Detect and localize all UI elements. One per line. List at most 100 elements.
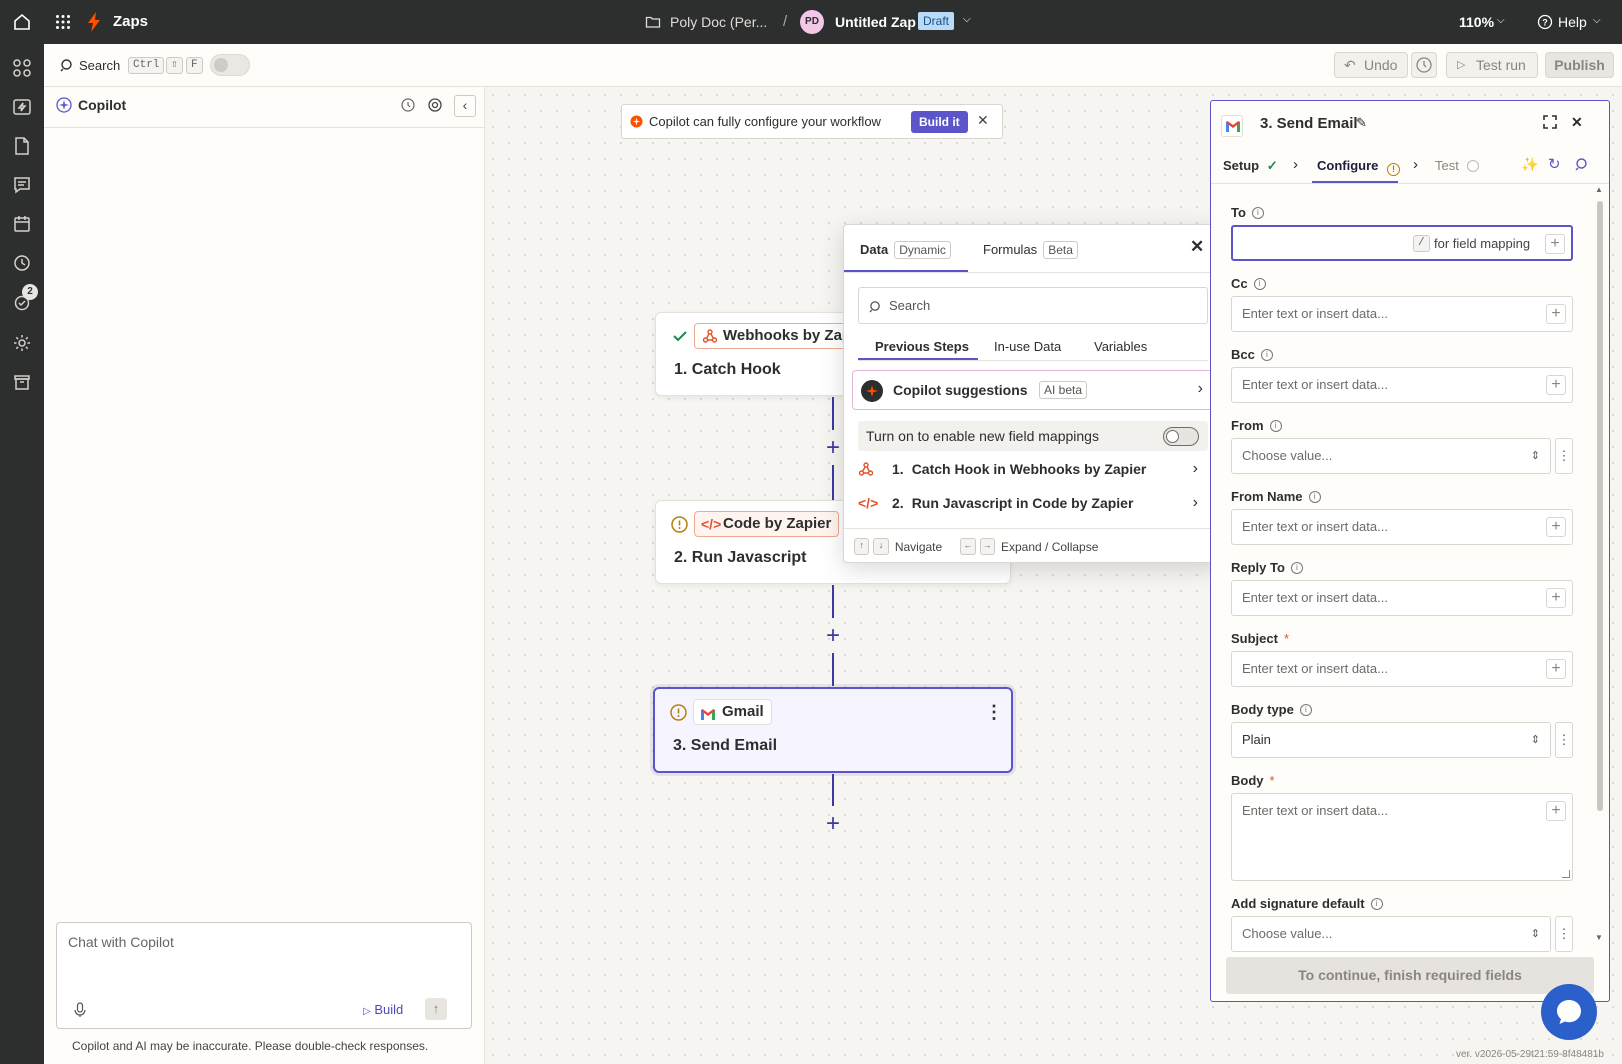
step-title: 2. Run Javascript: [674, 549, 807, 566]
cc-field[interactable]: Enter text or insert data... +: [1231, 296, 1573, 332]
history-button[interactable]: [1411, 52, 1437, 78]
step-menu-kebab-icon[interactable]: ⋮: [985, 703, 1003, 721]
insert-data-plus-icon[interactable]: +: [1545, 234, 1565, 254]
scrollbar[interactable]: [1597, 201, 1603, 811]
tab-data-label: Data: [860, 242, 889, 257]
copilot-settings-icon[interactable]: [427, 97, 443, 113]
archive-icon[interactable]: [12, 372, 32, 392]
to-field[interactable]: / for field mapping +: [1231, 225, 1573, 261]
from-select[interactable]: Choose value... ⇕: [1231, 438, 1551, 474]
history-icon[interactable]: [12, 253, 32, 273]
connector-line: [832, 774, 834, 806]
subtab-in-use-data[interactable]: In-use Data: [994, 339, 1061, 354]
insert-data-plus-icon[interactable]: +: [1546, 659, 1566, 679]
help-button[interactable]: Help: [1558, 14, 1587, 30]
edit-pencil-icon[interactable]: ✎: [1356, 115, 1367, 131]
build-it-button[interactable]: Build it: [911, 111, 968, 133]
apps-icon[interactable]: [12, 58, 32, 78]
collapse-panel-button[interactable]: ‹: [454, 95, 476, 117]
insert-data-plus-icon[interactable]: +: [1546, 801, 1566, 821]
copilot-history-icon[interactable]: [400, 97, 416, 113]
send-button[interactable]: ↑: [425, 998, 447, 1020]
from-name-field[interactable]: Enter text or insert data... +: [1231, 509, 1573, 545]
scroll-up-icon[interactable]: ▲: [1595, 185, 1603, 194]
publish-button[interactable]: Publish: [1545, 52, 1614, 78]
folder-name[interactable]: Poly Doc (Per...: [670, 14, 767, 30]
previous-step-row-2[interactable]: </> 2. Run Javascript in Code by Zapier …: [858, 488, 1208, 518]
support-chat-button[interactable]: [1541, 984, 1597, 1040]
signature-select[interactable]: Choose value... ⇕: [1231, 916, 1551, 952]
tab-configure[interactable]: Configure !: [1317, 158, 1401, 176]
from-options-kebab-icon[interactable]: ⋮: [1555, 438, 1573, 474]
interfaces-icon[interactable]: [12, 175, 32, 195]
ai-sparkle-icon[interactable]: ✨: [1521, 156, 1538, 173]
banner-close-icon[interactable]: ✕: [977, 112, 989, 129]
microphone-icon[interactable]: [73, 1002, 87, 1018]
subtab-previous-steps[interactable]: Previous Steps: [875, 339, 969, 354]
copilot-suggestions-row[interactable]: Copilot suggestions AI beta ›: [852, 370, 1214, 410]
add-step-plus-icon[interactable]: +: [823, 624, 843, 648]
popup-close-icon[interactable]: ✕: [1190, 237, 1204, 257]
popup-search-input[interactable]: Search: [858, 287, 1208, 324]
apps-grid-icon[interactable]: [55, 14, 71, 30]
add-step-plus-icon[interactable]: +: [823, 812, 843, 836]
zoom-level[interactable]: 110%: [1459, 14, 1494, 30]
info-icon: i: [1290, 561, 1303, 574]
reply-to-label-text: Reply To: [1231, 560, 1285, 575]
subtab-variables[interactable]: Variables: [1094, 339, 1147, 354]
zaps-icon[interactable]: [12, 97, 32, 117]
search-button[interactable]: Search: [79, 58, 120, 73]
continue-button[interactable]: To continue, finish required fields: [1226, 957, 1594, 994]
avatar[interactable]: PD: [800, 10, 824, 34]
app-title[interactable]: Zaps: [113, 13, 148, 30]
expand-icon[interactable]: [1542, 114, 1558, 130]
tab-test[interactable]: Test: [1435, 158, 1480, 173]
insert-data-plus-icon[interactable]: +: [1546, 375, 1566, 395]
body-type-select[interactable]: Plain ⇕: [1231, 722, 1551, 758]
insert-data-plus-icon[interactable]: +: [1546, 517, 1566, 537]
copilot-title: Copilot: [78, 97, 127, 113]
undo-button[interactable]: ↶ Undo: [1334, 52, 1408, 78]
step-card-3[interactable]: Gmail ⋮ 3. Send Email: [653, 687, 1013, 773]
bcc-field[interactable]: Enter text or insert data... +: [1231, 367, 1573, 403]
from-name-placeholder: Enter text or insert data...: [1242, 519, 1388, 534]
settings-icon[interactable]: [12, 333, 32, 353]
webhook-icon: [858, 461, 878, 477]
signature-options-kebab-icon[interactable]: ⋮: [1555, 916, 1573, 952]
chat-input-box[interactable]: Chat with Copilot ▷ Build ↑: [56, 922, 472, 1029]
help-chevron-down-icon[interactable]: ⌵: [1593, 15, 1601, 26]
body-type-options-kebab-icon[interactable]: ⋮: [1555, 722, 1573, 758]
subject-field[interactable]: Enter text or insert data... +: [1231, 651, 1573, 687]
previous-step-row-1[interactable]: 1. Catch Hook in Webhooks by Zapier ›: [858, 454, 1208, 484]
search-field-icon[interactable]: [1575, 157, 1589, 171]
scroll-down-icon[interactable]: ▼: [1595, 933, 1603, 942]
chat-input[interactable]: Chat with Copilot: [68, 934, 174, 950]
resize-handle-icon[interactable]: [1562, 870, 1570, 878]
reply-to-field[interactable]: Enter text or insert data... +: [1231, 580, 1573, 616]
tab-setup[interactable]: Setup ✓: [1223, 158, 1278, 174]
refresh-icon[interactable]: ↻: [1548, 155, 1561, 173]
home-icon[interactable]: [12, 12, 32, 32]
step-app-badge: Webhooks by Zap: [694, 323, 860, 349]
body-field[interactable]: Enter text or insert data... +: [1231, 793, 1573, 881]
test-run-button[interactable]: ▷ Test run: [1446, 52, 1538, 78]
copilot-icon: [56, 97, 72, 113]
add-step-plus-icon[interactable]: +: [823, 436, 843, 460]
select-arrows-icon: ⇕: [1530, 450, 1540, 462]
tab-formulas[interactable]: Formulas Beta: [983, 241, 1078, 259]
tables-icon[interactable]: [12, 136, 32, 156]
calendar-icon[interactable]: [12, 214, 32, 234]
tab-formulas-label: Formulas: [983, 242, 1038, 257]
mode-toggle[interactable]: [210, 54, 250, 76]
insert-data-plus-icon[interactable]: +: [1546, 304, 1566, 324]
tab-data[interactable]: Data Dynamic: [860, 241, 951, 259]
build-button[interactable]: ▷ Build: [363, 1002, 403, 1017]
select-arrows-icon: ⇕: [1530, 928, 1540, 940]
zoom-chevron-down-icon[interactable]: ⌵: [1497, 15, 1505, 26]
field-mapping-toggle[interactable]: [1163, 427, 1199, 446]
insert-data-plus-icon[interactable]: +: [1546, 588, 1566, 608]
zap-name[interactable]: Untitled Zap: [835, 14, 916, 30]
subject-label: Subject *: [1231, 631, 1289, 646]
panel-close-icon[interactable]: ✕: [1571, 114, 1583, 131]
chevron-down-icon[interactable]: ⌵: [963, 14, 971, 25]
